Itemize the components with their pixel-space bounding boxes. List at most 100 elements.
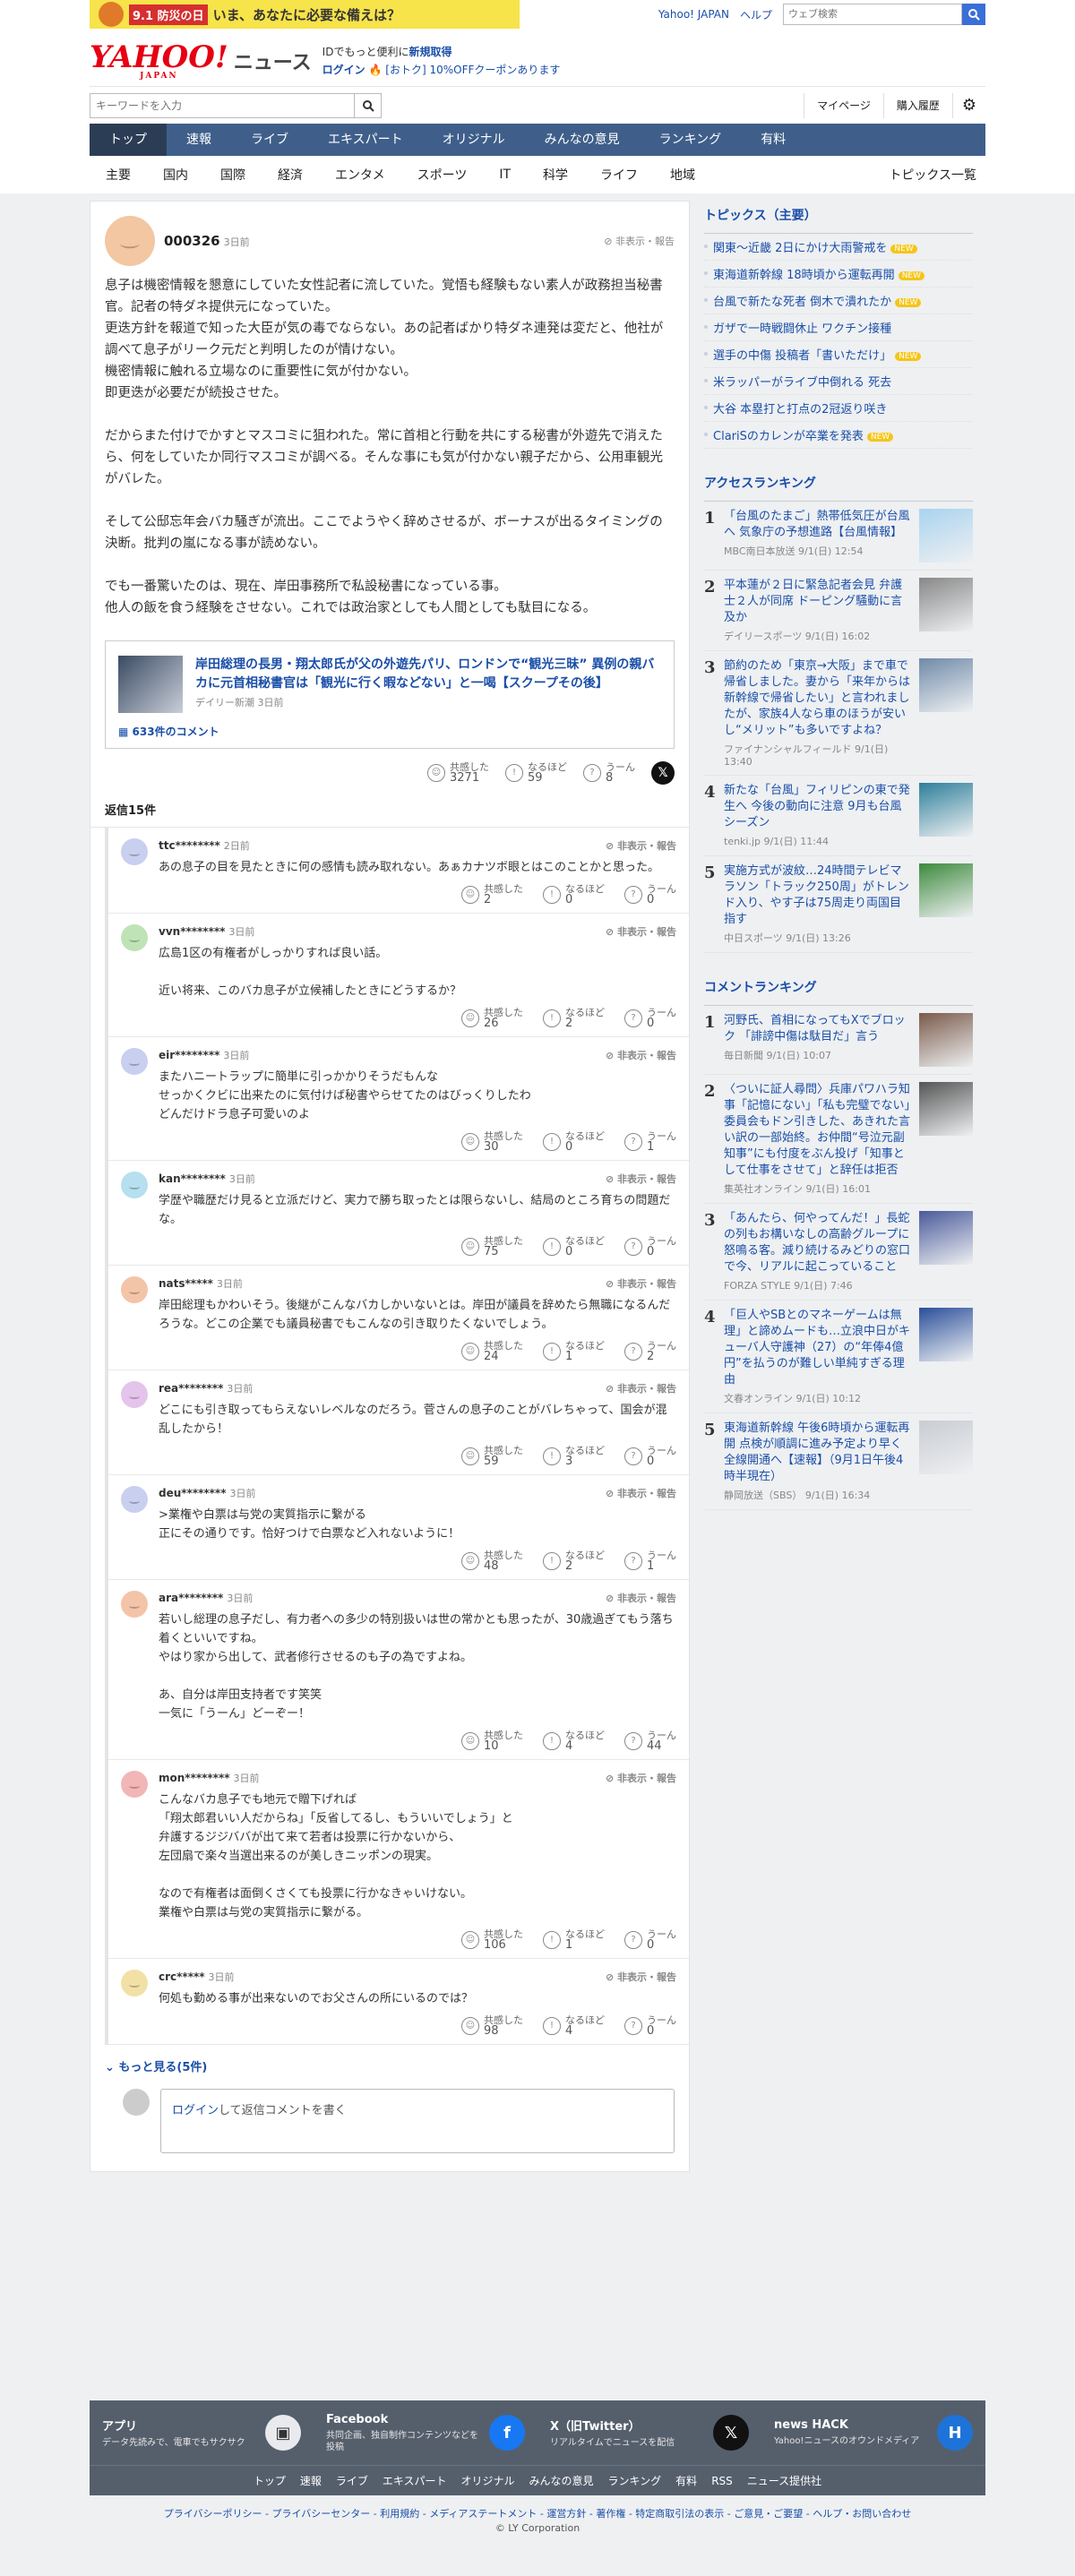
- category-link[interactable]: 経済: [262, 166, 319, 184]
- uun-button[interactable]: ? うーん 0: [624, 1236, 676, 1258]
- ranking-item[interactable]: 4 「巨人やSBとのマネーゲームは無理」と諦めムードも…立浪中日がキューバ人守護神…: [704, 1301, 973, 1413]
- avatar[interactable]: [105, 216, 155, 266]
- topic-link[interactable]: 米ラッパーがライブ中倒れる 死去: [704, 368, 973, 395]
- topic-link[interactable]: 大谷 本塁打と打点の2冠返り咲き: [704, 395, 973, 422]
- article-comments-link[interactable]: ▦ 633件のコメント: [118, 724, 661, 739]
- naruhodo-button[interactable]: ! なるほど 0: [543, 884, 605, 906]
- uun-button[interactable]: ? うーん 44: [624, 1730, 676, 1752]
- naruhodo-button[interactable]: ! なるほど 1: [543, 1929, 605, 1951]
- topic-title[interactable]: ClariSのカレンが卒業を発表: [713, 430, 864, 443]
- uun-button[interactable]: ? うーん 0: [624, 1929, 676, 1951]
- footer-link[interactable]: オリジナル: [461, 2473, 515, 2488]
- report-link[interactable]: ⊘ 非表示・報告: [606, 1381, 676, 1395]
- nav-tab[interactable]: トップ: [90, 124, 167, 156]
- avatar[interactable]: [121, 1276, 148, 1303]
- topic-title[interactable]: 米ラッパーがライブ中倒れる 死去: [713, 376, 891, 390]
- ranking-item[interactable]: 2 平本蓮が２日に緊急記者会見 弁護士２人が同席 ドーピング騒動に言及か デイリース…: [704, 571, 973, 651]
- uun-button[interactable]: ? うーん 2: [624, 1341, 676, 1362]
- avatar[interactable]: [121, 1970, 148, 1996]
- reply-user[interactable]: crc*****: [159, 1971, 205, 1983]
- uun-button[interactable]: ? うーん 0: [624, 1008, 676, 1029]
- empathy-button[interactable]: ☺ 共感した 30: [461, 1131, 523, 1153]
- footer-promo[interactable]: news HACK Yahoo!ニュースのオウンドメディア H: [761, 2400, 985, 2465]
- naruhodo-button[interactable]: ! なるほど 0: [543, 1236, 605, 1258]
- reply-user[interactable]: eir********: [159, 1049, 219, 1061]
- ranking-item[interactable]: 1 「台風のたまご」熱帯低気圧が台風へ 気象庁の予想進路【台風情報】 MBC南日本放…: [704, 502, 973, 571]
- rank-title[interactable]: 東海道新幹線 午後6時頃から運転再開 点検が順調に進み予定より早く全線開通へ【速…: [724, 1421, 912, 1485]
- footer-promo[interactable]: X（旧Twitter） リアルタイムでニュースを配信 𝕏: [538, 2400, 761, 2465]
- footer-link[interactable]: みんなの意見: [529, 2473, 594, 2488]
- footer-link[interactable]: エキスパート: [383, 2473, 447, 2488]
- avatar[interactable]: [121, 1048, 148, 1075]
- category-link[interactable]: 国内: [147, 166, 204, 184]
- footer-promo[interactable]: アプリ データ先読みで、電車でもサクサク ▣: [90, 2400, 314, 2465]
- ranking-item[interactable]: 4 新たな「台風」フィリピンの東で発生へ 今後の動向に注意 9月も台風シーズン te…: [704, 776, 973, 856]
- service-name[interactable]: ニュース: [234, 47, 312, 75]
- category-link[interactable]: スポーツ: [401, 166, 484, 184]
- report-link[interactable]: ⊘ 非表示・報告: [606, 1486, 676, 1500]
- rank-thumbnail[interactable]: [919, 1421, 973, 1474]
- topic-link[interactable]: 関東〜近畿 2日にかけ大雨警戒を NEW: [704, 234, 973, 261]
- article-title[interactable]: 岸田総理の長男・翔太郎氏が父の外遊先パリ、ロンドンで“観光三昧” 異例の親バカに…: [195, 656, 661, 693]
- category-link[interactable]: 国際: [204, 166, 262, 184]
- rank-title[interactable]: 「あんたら、何やってんだ！」長蛇の列もお構いなしの高齢グループに怒鳴る客。減り続…: [724, 1211, 912, 1275]
- rank-title[interactable]: 〈ついに証人尋問〉兵庫パワハラ知事「記憶にない」「私も完璧でない」委員会もドン引…: [724, 1082, 912, 1179]
- reply-user[interactable]: rea********: [159, 1382, 223, 1395]
- footer-link[interactable]: ニュース提供社: [747, 2473, 821, 2488]
- footer-link[interactable]: 速報: [300, 2473, 322, 2488]
- avatar[interactable]: [121, 1172, 148, 1198]
- topic-link[interactable]: 台風で新たな死者 倒木で潰れたか NEW: [704, 288, 973, 314]
- category-link[interactable]: IT: [483, 167, 527, 182]
- all-topics-link[interactable]: トピックス一覧: [889, 166, 985, 184]
- report-link[interactable]: ⊘ 非表示・報告: [606, 1591, 676, 1605]
- empathy-button[interactable]: ☺ 共感した 10: [461, 1730, 523, 1752]
- topic-title[interactable]: 大谷 本塁打と打点の2冠返り咲き: [713, 403, 887, 416]
- empathy-button[interactable]: ☺ 共感した 2: [461, 884, 523, 906]
- avatar[interactable]: [121, 1771, 148, 1798]
- uun-button[interactable]: ? うーん 8: [583, 762, 635, 784]
- topic-link[interactable]: 選手の中傷 投稿者「書いただけ」 NEW: [704, 341, 973, 368]
- uun-button[interactable]: ? うーん 1: [624, 1550, 676, 1572]
- topic-link[interactable]: 東海道新幹線 18時頃から運転再開 NEW: [704, 261, 973, 288]
- yahoo-japan-link[interactable]: Yahoo! JAPAN: [658, 8, 729, 21]
- topic-title[interactable]: 台風で新たな死者 倒木で潰れたか: [713, 296, 891, 309]
- category-link[interactable]: ライフ: [584, 166, 654, 184]
- ranking-item[interactable]: 1 河野氏、首相になってもXでブロック 「誹謗中傷は駄目だ」言う 毎日新聞 9/1(…: [704, 1006, 973, 1075]
- empathy-button[interactable]: ☺ 共感した 59: [461, 1446, 523, 1467]
- nav-tab[interactable]: オリジナル: [423, 124, 525, 156]
- category-link[interactable]: エンタメ: [319, 166, 401, 184]
- category-link[interactable]: 科学: [527, 166, 584, 184]
- nav-tab[interactable]: みんなの意見: [525, 124, 640, 156]
- ranking-item[interactable]: 3 節約のため「東京→大阪」まで車で帰省しました。妻から「来年からは新幹線で帰省し…: [704, 651, 973, 776]
- footer-promo[interactable]: Facebook 共同企画、独自制作コンテンツなどを投稿 f: [314, 2400, 538, 2465]
- avatar[interactable]: [121, 838, 148, 865]
- footer-link[interactable]: 有料: [675, 2473, 697, 2488]
- rank-title[interactable]: 河野氏、首相になってもXでブロック 「誹謗中傷は駄目だ」言う: [724, 1013, 912, 1045]
- report-link[interactable]: ⊘ 非表示・報告: [606, 1048, 676, 1062]
- topic-link[interactable]: ガザで一時戦闘休止 ワクチン接種: [704, 314, 973, 341]
- naruhodo-button[interactable]: ! なるほど 2: [543, 1550, 605, 1572]
- ranking-item[interactable]: 3 「あんたら、何やってんだ！」長蛇の列もお構いなしの高齢グループに怒鳴る客。減り…: [704, 1204, 973, 1301]
- legal-links[interactable]: プライバシーポリシー - プライバシーセンター - 利用規約 - メディアステー…: [90, 2495, 985, 2520]
- rank-thumbnail[interactable]: [919, 1013, 973, 1067]
- nav-tab[interactable]: エキスパート: [308, 124, 423, 156]
- topic-link[interactable]: ClariSのカレンが卒業を発表 NEW: [704, 422, 973, 449]
- gear-icon[interactable]: ⚙: [951, 92, 985, 118]
- reply-user[interactable]: mon********: [159, 1772, 230, 1784]
- report-link[interactable]: ⊘ 非表示・報告: [606, 1970, 676, 1984]
- x-share-icon[interactable]: 𝕏: [651, 761, 675, 785]
- help-link[interactable]: ヘルプ: [740, 7, 772, 22]
- empathy-button[interactable]: ☺ 共感した 98: [461, 2015, 523, 2037]
- reply-user[interactable]: deu********: [159, 1487, 226, 1499]
- reply-user[interactable]: ttc********: [159, 839, 220, 852]
- reply-user[interactable]: nats*****: [159, 1277, 213, 1290]
- web-search-button[interactable]: [962, 4, 985, 25]
- report-link[interactable]: ⊘ 非表示・報告: [604, 234, 675, 248]
- report-link[interactable]: ⊘ 非表示・報告: [606, 924, 676, 939]
- rank-title[interactable]: 平本蓮が２日に緊急記者会見 弁護士２人が同席 ドーピング騒動に言及か: [724, 578, 912, 626]
- reply-user[interactable]: ara********: [159, 1592, 223, 1604]
- report-link[interactable]: ⊘ 非表示・報告: [606, 838, 676, 853]
- rank-thumbnail[interactable]: [919, 1308, 973, 1361]
- avatar[interactable]: [121, 1381, 148, 1408]
- naruhodo-button[interactable]: ! なるほど 1: [543, 1341, 605, 1362]
